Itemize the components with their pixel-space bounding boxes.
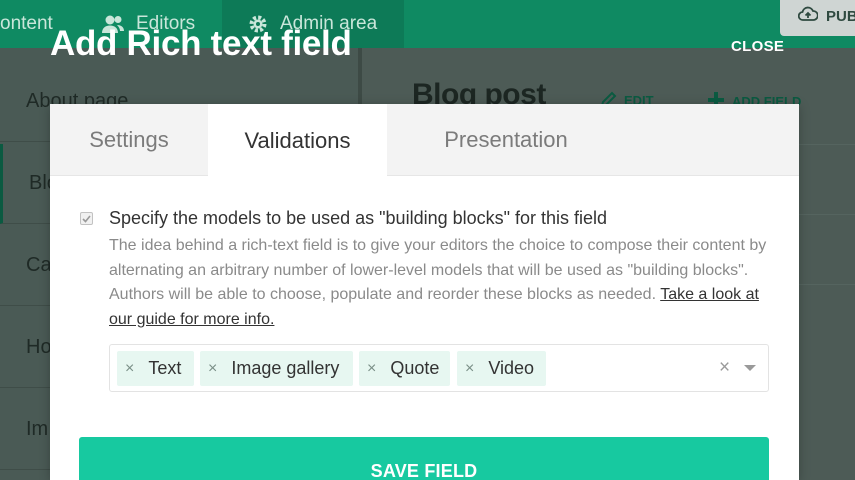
publish-label: PUB	[826, 7, 855, 25]
nav-item-content-label: ontent	[0, 13, 53, 34]
building-blocks-checkbox[interactable]	[80, 212, 93, 225]
remove-tag-icon[interactable]: ×	[465, 360, 474, 378]
tab-presentation[interactable]: Presentation	[387, 104, 625, 176]
remove-tag-icon[interactable]: ×	[367, 360, 376, 378]
selected-tag-image-gallery: × Image gallery	[200, 351, 353, 386]
sidebar-item-label: Ho	[26, 336, 52, 358]
selected-tag-video: × Video	[457, 351, 546, 386]
models-multiselect[interactable]: × Text × Image gallery × Quote × Video ×	[109, 344, 769, 392]
tag-label: Image gallery	[231, 358, 340, 378]
sidebar-item-label: Im	[26, 418, 49, 440]
field-dialog: Settings Validations Presentation Specif…	[50, 104, 799, 480]
remove-tag-icon[interactable]: ×	[208, 360, 217, 378]
selected-tag-quote: × Quote	[359, 351, 450, 386]
building-blocks-label[interactable]: Specify the models to be used as "buildi…	[109, 208, 607, 229]
remove-tag-icon[interactable]: ×	[125, 360, 134, 378]
tab-settings[interactable]: Settings	[50, 104, 208, 176]
clear-all-icon[interactable]: ×	[719, 357, 730, 379]
close-button[interactable]: CLOSE	[731, 38, 784, 55]
cloud-upload-icon	[797, 6, 819, 26]
save-field-button[interactable]: SAVE FIELD	[79, 437, 769, 480]
publish-button[interactable]: PUB	[780, 0, 855, 36]
modal-title: Add Rich text field	[50, 24, 352, 63]
building-blocks-help: The idea behind a rich-text field is to …	[109, 234, 779, 332]
sidebar-item-label: Ca	[26, 254, 52, 276]
nav-item-content[interactable]: ontent	[0, 0, 53, 48]
tag-label: Quote	[390, 358, 440, 378]
check-icon	[82, 210, 91, 228]
selected-tag-text: × Text	[117, 351, 194, 386]
chevron-down-icon[interactable]	[744, 365, 756, 371]
dialog-tabs: Settings Validations Presentation	[50, 104, 799, 177]
tag-label: Video	[488, 358, 535, 378]
tab-validations[interactable]: Validations	[208, 104, 387, 177]
tag-label: Text	[148, 358, 182, 378]
